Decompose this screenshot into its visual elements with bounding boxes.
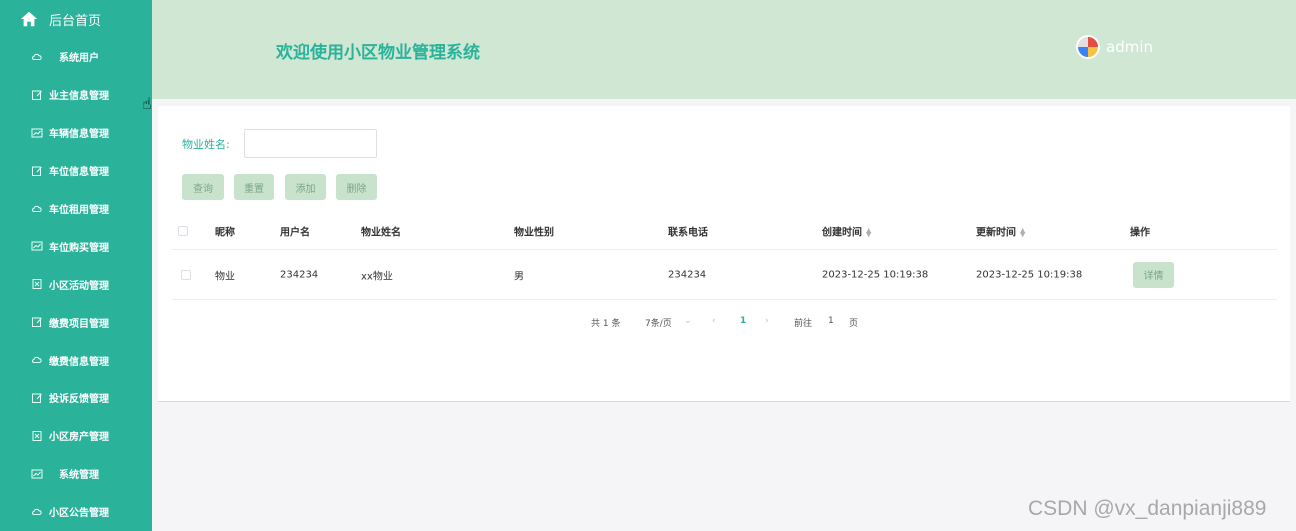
- col-phone: 联系电话: [668, 227, 708, 238]
- sidebar: 后台首页 系统用户业主信息管理 车辆信息管理 车位信息管理 车位租用管理 车位购买管理小…: [0, 0, 152, 531]
- cloud-icon: [31, 203, 43, 215]
- total-count: 共 1 条: [591, 319, 621, 329]
- query-button[interactable]: 查询: [182, 174, 224, 200]
- cell-updated: 2023-12-25 10:19:38: [976, 269, 1083, 280]
- page-suffix: 页: [849, 319, 859, 329]
- delete-button[interactable]: 删除: [336, 174, 377, 200]
- col-property-name: 物业姓名: [361, 227, 401, 238]
- cell-created: 2023-12-25 10:19:38: [822, 269, 929, 280]
- sidebar-item-6[interactable]: 小区活动管理: [0, 265, 152, 303]
- chart-icon: [31, 240, 43, 252]
- sidebar-item-7[interactable]: 缴费项目管理: [0, 303, 152, 341]
- sidebar-item-label: 系统管理: [59, 470, 99, 482]
- cell-property-name: xx物业: [361, 271, 393, 282]
- cell-username: 234234: [280, 269, 319, 280]
- col-username: 用户名: [280, 227, 310, 238]
- sidebar-item-label: 小区公告管理: [49, 508, 109, 520]
- table-row: 物业 234234 xx物业 男 234234 2023-12-25 10:19…: [172, 250, 1277, 300]
- avatar[interactable]: [1076, 35, 1100, 59]
- home-icon: [20, 11, 38, 27]
- sort-icon[interactable]: ▲ ▼: [1020, 227, 1025, 238]
- next-page-icon[interactable]: ›: [765, 316, 769, 326]
- sidebar-item-label: 系统用户: [59, 53, 99, 65]
- col-created[interactable]: 创建时间 ▲ ▼: [822, 223, 871, 239]
- cell-gender: 男: [514, 271, 524, 282]
- edit-icon: [31, 165, 43, 177]
- sidebar-item-label: 车辆信息管理: [49, 129, 109, 141]
- add-button[interactable]: 添加: [285, 174, 326, 200]
- user-menu[interactable]: admin: [1076, 35, 1153, 59]
- main-panel: 物业姓名: 查询 重置 添加 删除 昵称 用户名 物业姓名 物业性别 联系电话 …: [158, 106, 1290, 402]
- sidebar-item-11[interactable]: 系统管理: [0, 455, 152, 493]
- sidebar-item-label: 车位购买管理: [49, 242, 109, 254]
- col-actions: 操作: [1130, 227, 1150, 238]
- col-created-label: 创建时间: [822, 227, 862, 238]
- sidebar-item-12[interactable]: 小区公告管理: [0, 493, 152, 531]
- property-name-input[interactable]: [244, 129, 377, 158]
- col-gender: 物业性别: [514, 227, 554, 238]
- cell-phone: 234234: [668, 269, 707, 280]
- doc-icon: [31, 278, 43, 290]
- table-header: 昵称 用户名 物业姓名 物业性别 联系电话 创建时间 ▲ ▼ 更新时间 ▲ ▼ 操作: [172, 212, 1277, 250]
- sidebar-item-0[interactable]: 系统用户: [0, 38, 152, 76]
- sidebar-item-label: 缴费信息管理: [49, 356, 109, 368]
- row-checkbox[interactable]: [181, 269, 191, 280]
- doc-icon: [31, 430, 43, 442]
- sidebar-item-label: 车位信息管理: [49, 167, 109, 179]
- sidebar-item-3[interactable]: 车位信息管理: [0, 152, 152, 190]
- sidebar-item-4[interactable]: 车位租用管理: [0, 190, 152, 228]
- sidebar-item-label: 业主信息管理: [49, 91, 109, 103]
- username: admin: [1106, 38, 1153, 56]
- edit-icon: [31, 316, 43, 328]
- sidebar-home-label: 后台首页: [49, 13, 102, 29]
- cell-nickname: 物业: [215, 271, 235, 282]
- pagination: 共 1 条 7条/页 ⌄ ‹ 1 › 前往 1 页: [158, 316, 1290, 330]
- header: 欢迎使用小区物业管理系统 admin: [152, 0, 1296, 99]
- col-updated-label: 更新时间: [976, 227, 1016, 238]
- chart-icon: [31, 468, 43, 480]
- watermark: CSDN @vx_danpianji889: [1028, 497, 1267, 520]
- detail-button[interactable]: 详情: [1133, 261, 1174, 288]
- sidebar-item-label: 车位租用管理: [49, 205, 109, 216]
- sidebar-item-home[interactable]: 后台首页: [0, 0, 152, 38]
- sidebar-item-label: 小区活动管理: [49, 280, 109, 292]
- edit-icon: [31, 89, 43, 101]
- prev-page-icon[interactable]: ‹: [712, 316, 716, 326]
- reset-button[interactable]: 重置: [234, 174, 274, 200]
- sidebar-item-1[interactable]: 业主信息管理: [0, 76, 152, 114]
- sidebar-item-label: 缴费项目管理: [49, 318, 109, 330]
- page-number[interactable]: 1: [740, 316, 746, 326]
- cloud-icon: [31, 354, 43, 366]
- sidebar-item-2[interactable]: 车辆信息管理: [0, 114, 152, 152]
- goto-label: 前往: [794, 319, 813, 329]
- sidebar-item-10[interactable]: 小区房产管理: [0, 417, 152, 455]
- cursor-icon: ☝: [142, 94, 152, 113]
- chevron-down-icon[interactable]: ⌄: [684, 316, 692, 326]
- page-title: 欢迎使用小区物业管理系统: [276, 43, 480, 63]
- col-updated[interactable]: 更新时间 ▲ ▼: [976, 223, 1025, 239]
- select-all-checkbox[interactable]: [178, 225, 188, 236]
- edit-icon: [31, 392, 43, 404]
- goto-input[interactable]: 1: [828, 316, 834, 326]
- col-nickname: 昵称: [215, 227, 235, 238]
- sidebar-item-5[interactable]: 车位购买管理: [0, 227, 152, 265]
- page-size-select[interactable]: 7条/页: [645, 316, 672, 329]
- sidebar-item-9[interactable]: 投诉反馈管理: [0, 379, 152, 417]
- sidebar-item-label: 投诉反馈管理: [49, 394, 109, 406]
- data-table: 昵称 用户名 物业姓名 物业性别 联系电话 创建时间 ▲ ▼ 更新时间 ▲ ▼ 操作 物…: [172, 212, 1277, 300]
- sidebar-item-8[interactable]: 缴费信息管理: [0, 341, 152, 379]
- sort-icon[interactable]: ▲ ▼: [866, 227, 871, 238]
- sidebar-item-label: 小区房产管理: [49, 432, 109, 444]
- cloud-icon: [31, 51, 43, 63]
- chart-icon: [31, 127, 43, 139]
- cloud-icon: [31, 506, 43, 518]
- search-label: 物业姓名:: [182, 138, 230, 151]
